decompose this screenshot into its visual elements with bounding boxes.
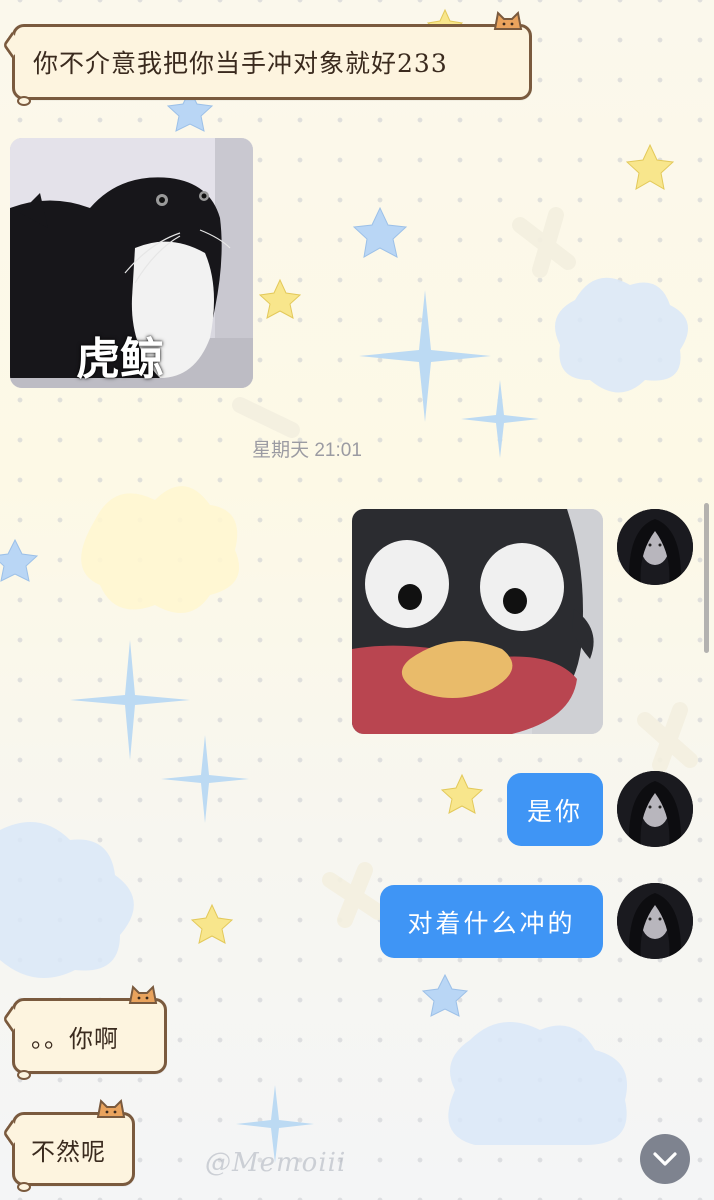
avatar-image <box>617 771 693 847</box>
scroll-to-bottom-button[interactable] <box>640 1134 690 1184</box>
message-timestamp: 星期天 21:01 <box>252 440 362 461</box>
sent-image-sticker[interactable] <box>352 509 603 734</box>
chevron-down-icon <box>653 1152 677 1166</box>
message-text: 你不介意我把你当手冲对象就好233 <box>33 49 448 78</box>
received-message[interactable]: 你不介意我把你当手冲对象就好233 <box>2 10 532 106</box>
penguin-photo <box>352 509 603 734</box>
message-text: 。。你啊 <box>31 1024 119 1053</box>
cat-ear-icon <box>96 1098 126 1118</box>
scrollbar[interactable] <box>704 503 709 653</box>
received-image-sticker[interactable]: 虎鲸 <box>10 138 253 388</box>
cat-ear-icon <box>493 10 523 30</box>
message-text: 不然呢 <box>31 1137 106 1166</box>
received-message[interactable]: 不然呢 <box>2 1098 135 1192</box>
sent-message[interactable]: 对着什么冲的 <box>380 885 603 958</box>
received-message[interactable]: 。。你啊 <box>2 984 167 1080</box>
message-text: 对着什么冲的 <box>407 908 576 938</box>
avatar-image <box>617 509 693 585</box>
sticker-caption: 虎鲸 <box>76 334 164 385</box>
watermark: @Memoiii <box>205 1148 347 1178</box>
avatar[interactable] <box>617 509 693 585</box>
sent-message[interactable]: 是你 <box>507 773 603 846</box>
avatar[interactable] <box>617 883 693 959</box>
cat-ear-icon <box>128 984 158 1004</box>
message-text: 是你 <box>526 796 583 826</box>
avatar[interactable] <box>617 771 693 847</box>
avatar-image <box>617 883 693 959</box>
